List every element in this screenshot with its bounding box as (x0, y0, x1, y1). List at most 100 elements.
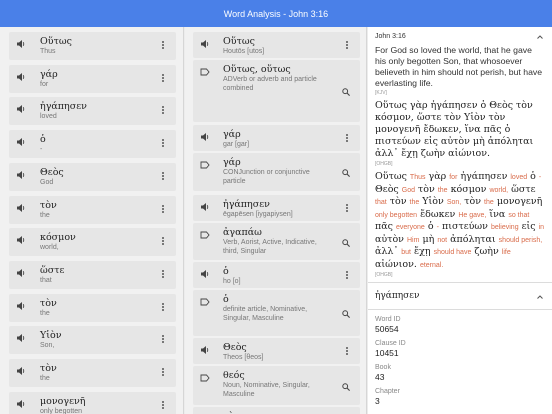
interlinear-greek[interactable]: Οὕτως (375, 171, 407, 182)
more-options-icon[interactable] (162, 368, 164, 376)
word-row[interactable]: ὥστε that (9, 260, 176, 289)
more-options-icon[interactable] (346, 41, 348, 49)
search-icon[interactable] (342, 310, 350, 318)
interlinear-greek[interactable]: μὴ (422, 234, 434, 245)
interlinear-english: the (484, 199, 494, 206)
greek-word: ὁ (223, 294, 229, 305)
pronunciation-row[interactable]: Θεὸς Theos [θeos] (193, 338, 360, 364)
interlinear-greek[interactable]: Υἱὸν (422, 196, 444, 207)
speaker-icon[interactable] (200, 269, 210, 279)
interlinear-greek[interactable]: ὥστε (511, 184, 535, 195)
tag-icon (200, 298, 210, 306)
more-options-icon[interactable] (162, 269, 164, 278)
more-options-icon[interactable] (162, 139, 164, 148)
greek-word: γάρ (40, 68, 58, 80)
word-row[interactable]: τὸν the (9, 195, 176, 224)
word-row[interactable]: Υἱὸν Son, (9, 326, 176, 355)
more-options-icon[interactable] (162, 400, 164, 409)
interlinear-greek[interactable]: ἀπόληται (450, 234, 496, 245)
speaker-icon[interactable] (16, 333, 26, 343)
interlinear-greek[interactable]: ὁ (530, 171, 536, 182)
speaker-icon[interactable] (16, 203, 26, 213)
speaker-icon[interactable] (16, 72, 26, 82)
interlinear-greek[interactable]: ἔδωκεν (420, 209, 455, 220)
more-options-icon[interactable] (162, 335, 164, 344)
interlinear-greek[interactable]: εἰς (522, 221, 536, 232)
more-options-icon[interactable] (162, 302, 164, 311)
interlinear-greek[interactable]: τὸν (418, 184, 435, 195)
pronunciation-row[interactable]: τὸνton [ton] (193, 407, 360, 414)
pronunciation-row[interactable]: Οὕτως Houtōs [utos] (193, 32, 360, 58)
word-row[interactable]: κόσμον world, (9, 228, 176, 257)
more-options-icon[interactable] (162, 73, 164, 82)
word-row[interactable]: γάρ for (9, 64, 176, 93)
lemma-row[interactable]: θεός Noun, Nominative, Singular, Masculin… (193, 366, 360, 405)
word-row[interactable]: ὁ- (9, 130, 176, 159)
speaker-icon[interactable] (16, 137, 26, 147)
interlinear-greek[interactable]: ἵνα (489, 209, 505, 220)
speaker-icon[interactable] (16, 366, 26, 376)
interlinear-greek[interactable]: ἔχῃ (414, 246, 431, 257)
analysis-text: ADVerb or adverb and particle combined (223, 76, 317, 92)
speaker-icon[interactable] (200, 39, 210, 49)
interlinear-greek[interactable]: ὁ (428, 221, 434, 232)
interlinear-greek[interactable]: αὐτὸν (375, 234, 404, 245)
selected-word: ἠγάπησεν (375, 291, 420, 301)
lemma-row[interactable]: ὁ definite article, Nominative, Singular,… (193, 290, 360, 336)
interlinear-greek[interactable]: ἀλλ᾽ (375, 246, 398, 257)
speaker-icon[interactable] (200, 132, 210, 142)
interlinear-greek[interactable]: τὸν (464, 196, 481, 207)
interlinear-greek[interactable]: τὸν (390, 196, 407, 207)
speaker-icon[interactable] (200, 202, 210, 212)
lemma-row[interactable]: γάρ CONJunction or conjunctive particle (193, 153, 360, 191)
speaker-icon[interactable] (200, 345, 210, 355)
word-row[interactable]: μονογενῆ only begotten (9, 391, 176, 414)
more-options-icon[interactable] (346, 134, 348, 142)
word-list-column: Οὕτως Thus γάρ for ἠγάπησεν loved ὁ - Θεὸς God τὸν… (0, 27, 184, 414)
lemma-row[interactable]: ἀγαπάω Verb, Aorist, Active, Indicative, … (193, 223, 360, 260)
speaker-icon[interactable] (16, 104, 26, 114)
interlinear-greek[interactable]: αἰώνιον. (375, 259, 417, 270)
more-options-icon[interactable] (162, 41, 164, 49)
more-options-icon[interactable] (346, 347, 348, 355)
speaker-icon[interactable] (16, 399, 26, 409)
pronunciation-row[interactable]: γάρ gar [gar] (193, 125, 360, 151)
search-icon[interactable] (342, 88, 350, 96)
translation: - (40, 146, 43, 154)
more-options-icon[interactable] (346, 204, 348, 212)
interlinear-greek[interactable]: κόσμον (451, 184, 487, 195)
more-options-icon[interactable] (162, 171, 164, 180)
word-row[interactable]: Οὕτως Thus (9, 32, 176, 60)
interlinear-greek[interactable]: ζωὴν (474, 246, 498, 257)
interlinear-greek[interactable]: Θεὸς (375, 184, 399, 195)
chevron-up-icon[interactable] (537, 35, 543, 39)
interlinear-greek[interactable]: πιστεύων (442, 221, 488, 232)
speaker-icon[interactable] (16, 301, 26, 311)
speaker-icon[interactable] (16, 268, 26, 278)
interlinear-english: should perish, (498, 236, 543, 244)
speaker-icon[interactable] (16, 170, 26, 180)
word-row[interactable]: Θεὸς God (9, 162, 176, 191)
interlinear-greek[interactable]: ἠγάπησεν (460, 171, 507, 182)
search-icon[interactable] (342, 239, 350, 247)
speaker-icon[interactable] (16, 235, 26, 245)
word-row[interactable]: τὸν the (9, 293, 176, 322)
speaker-icon[interactable] (16, 39, 26, 49)
lemma-row[interactable]: Οὕτως, οὕτως ADVerb or adverb and particl… (193, 60, 360, 122)
search-icon[interactable] (342, 383, 350, 391)
interlinear-greek[interactable]: γὰρ (429, 171, 447, 182)
chevron-up-icon[interactable] (537, 295, 543, 299)
word-row[interactable]: ἠγάπησεν loved (9, 97, 176, 126)
pronunciation-row[interactable]: ἠγάπησεν ēgapēsen [iygapiysen] (193, 195, 360, 221)
more-options-icon[interactable] (162, 237, 164, 246)
word-row[interactable]: τὸν the (9, 359, 176, 387)
search-icon[interactable] (342, 169, 350, 177)
more-options-icon[interactable] (162, 106, 164, 115)
pronunciation-row[interactable]: ὁ ho [o] (193, 262, 360, 288)
field-label: Chapter (375, 388, 400, 395)
interlinear-greek[interactable]: μονογενῆ (497, 196, 542, 207)
more-options-icon[interactable] (346, 271, 348, 279)
more-options-icon[interactable] (162, 204, 164, 213)
greek-word: κόσμον (40, 232, 76, 244)
interlinear-greek[interactable]: πᾶς (375, 221, 393, 232)
